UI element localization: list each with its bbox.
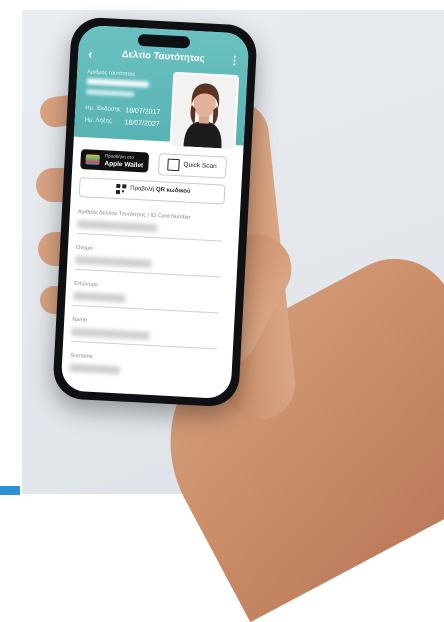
- back-icon[interactable]: ‹: [88, 46, 93, 61]
- page-title: Δελτίο Ταυτότητας: [121, 49, 205, 65]
- phone: ‹ Δελτίο Ταυτότητας ⋮ Αριθμός ταυτότητας…: [52, 16, 258, 408]
- quick-scan-label: Quick Scan: [183, 161, 217, 171]
- holder-photo: [169, 71, 240, 152]
- qr-label-bold: QR κωδικού: [155, 187, 191, 195]
- app-bar: ‹ Δελτίο Ταυτότητας ⋮: [78, 46, 249, 72]
- field-value-blurred: [77, 219, 158, 233]
- divider: [71, 340, 217, 350]
- expiry-date-label: Ημ. Λήξης: [84, 117, 112, 125]
- field-value-blurred: [75, 255, 152, 268]
- add-to-apple-wallet-button[interactable]: Προσθήκη στο Apple Wallet: [80, 149, 150, 173]
- show-qr-code-button[interactable]: Προβολή QR κωδικού: [78, 177, 226, 205]
- field-name-en: Name: [71, 317, 218, 350]
- issue-date-label: Ημ. Έκδοσης: [85, 105, 121, 114]
- field-id-card-number: Αριθμός Δελτίου Ταυτότητας / ID Card Num…: [76, 209, 224, 242]
- qr-label-prefix: Προβολή: [130, 185, 155, 193]
- portrait-image: [171, 73, 238, 150]
- qr-code-icon: [115, 183, 127, 195]
- qr-button-text: Προβολή QR κωδικού: [130, 186, 190, 195]
- id-number-value-blurred: [86, 78, 149, 88]
- issue-date-row: Ημ. Έκδοσης 18/07/2017: [85, 105, 165, 117]
- issue-date-value: 18/07/2017: [125, 107, 161, 117]
- accent-strip: [0, 486, 20, 495]
- wallet-small-label: Προσθήκη στο: [104, 153, 135, 160]
- wallet-icon: [85, 154, 100, 166]
- field-surname-en: Surname: [69, 353, 217, 380]
- divider: [76, 232, 223, 242]
- field-surname-gr: Επώνυμο: [72, 281, 220, 314]
- scan-icon: [167, 158, 180, 172]
- field-value-blurred: [73, 291, 126, 303]
- expiry-date-value: 18/07/2027: [124, 119, 160, 129]
- field-value-blurred: [69, 363, 120, 375]
- divider: [74, 268, 221, 278]
- holder-name-blurred: [86, 89, 135, 97]
- field-value-blurred: [71, 327, 150, 340]
- quick-scan-button[interactable]: Quick Scan: [157, 153, 227, 179]
- divider: [72, 304, 219, 314]
- more-vertical-icon[interactable]: ⋮: [229, 54, 241, 68]
- field-first-name-gr: Όνομα: [74, 245, 222, 278]
- wallet-big-label: Apple Wallet: [104, 160, 144, 170]
- phone-screen: ‹ Δελτίο Ταυτότητας ⋮ Αριθμός ταυτότητας…: [60, 24, 250, 400]
- id-number-label: Αριθμός ταυτότητας: [87, 69, 136, 78]
- expiry-date-row: Ημ. Λήξης 18/07/2027: [84, 117, 165, 129]
